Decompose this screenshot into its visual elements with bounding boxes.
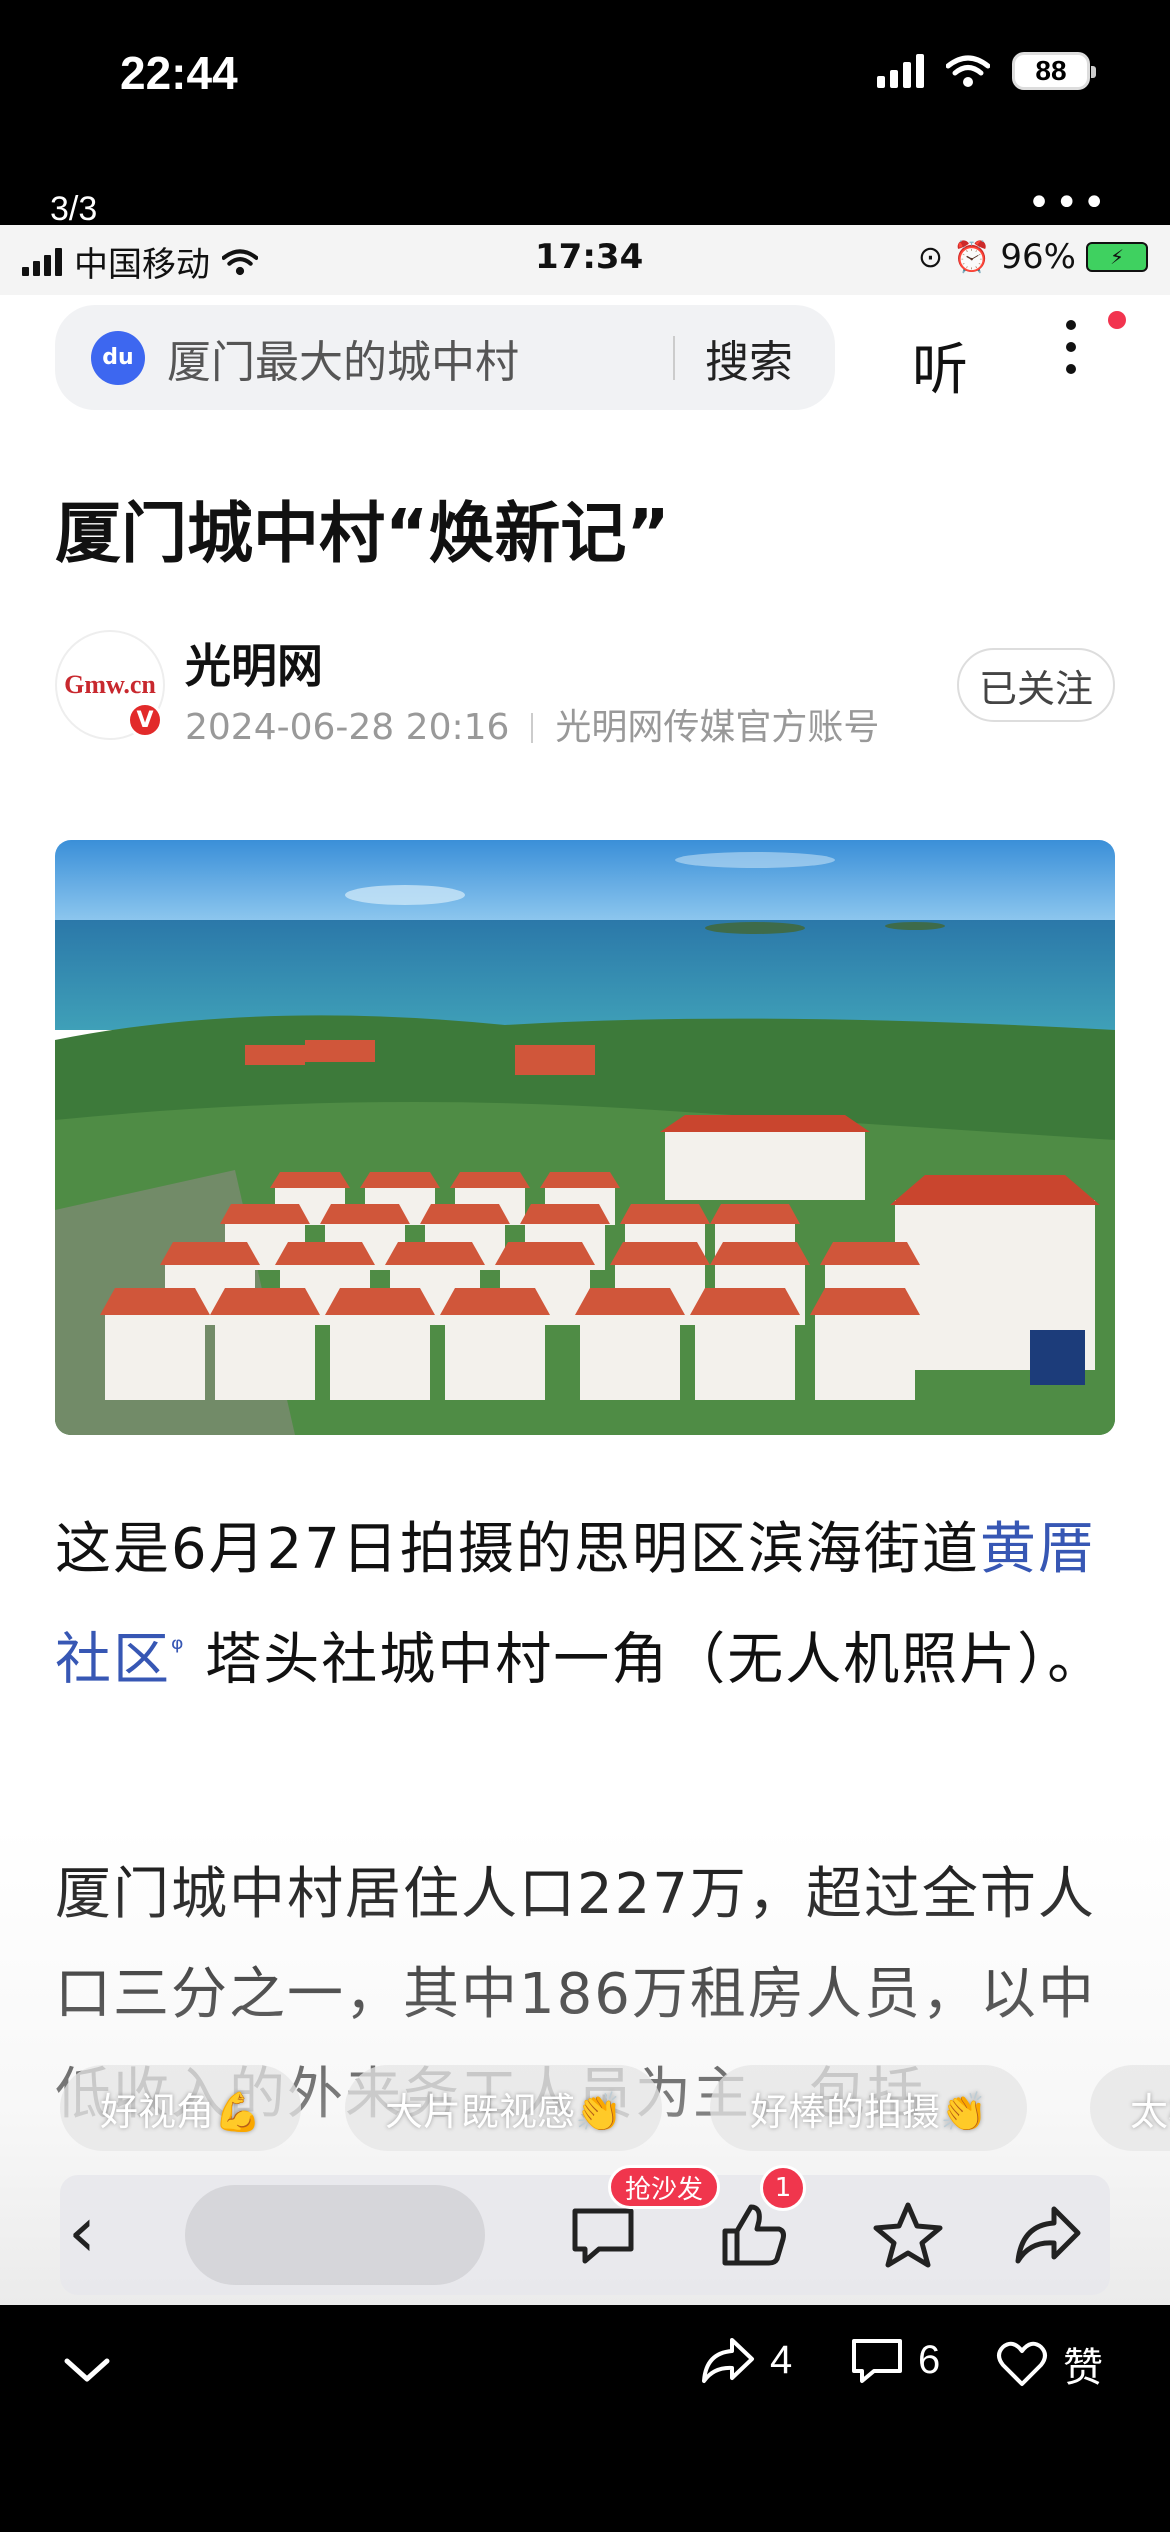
paragraph-1-text: 这是6月27日拍摄的思明区滨海街道 xyxy=(55,1517,980,1582)
battery-level: 88 xyxy=(1035,55,1067,86)
comment-chips: 好视角💪 大片既视感👏 好棒的拍摄👏 太棒 xyxy=(0,2065,1170,2155)
author-meta: 2024-06-28 20:16 光明网传媒官方账号 xyxy=(185,698,879,750)
search-link-icon[interactable]: ᵠ xyxy=(171,1632,185,1667)
screenshot-image: 中国移动 17:34 ⊙ ⏰ 96% ⚡ du 厦门最大的城中村 搜索 听 厦门… xyxy=(0,225,1170,2305)
inner-status-bar: 中国移动 17:34 ⊙ ⏰ 96% ⚡ xyxy=(0,225,1170,295)
paragraph-1: 这是6月27日拍摄的思明区滨海街道黄厝社区ᵠ 塔头社城中村一角（无人机照片）。 xyxy=(55,1500,1120,1711)
like-action[interactable]: 赞 xyxy=(995,2335,1103,2393)
listen-button[interactable]: 听 xyxy=(912,325,968,406)
signal-icon xyxy=(877,54,924,88)
battery-icon: 88 xyxy=(1012,52,1096,90)
comment-action[interactable]: 6 xyxy=(850,2335,940,2385)
wifi-icon xyxy=(946,55,990,87)
viewer-bottom-bar: 4 6 赞 xyxy=(0,2305,1170,2532)
like-label: 赞 xyxy=(1063,2346,1103,2390)
battery-percent: 96% xyxy=(1000,237,1076,277)
inner-status-time: 17:34 xyxy=(535,237,644,277)
carrier-label: 中国移动 xyxy=(74,245,210,285)
paragraph-1-tail: 塔头社城中村一角（无人机照片）。 xyxy=(185,1627,1106,1693)
more-options-button[interactable]: ••• xyxy=(1027,180,1110,226)
page-counter: 3/3 xyxy=(50,190,98,228)
comment-input[interactable] xyxy=(185,2185,485,2285)
outer-status-bar: 22:44 88 xyxy=(0,0,1170,150)
bottom-toolbar: ‹ 抢沙发 1 xyxy=(60,2165,1110,2295)
search-button[interactable]: 搜索 xyxy=(705,326,793,390)
lock-rotation-icon: ⊙ xyxy=(917,239,944,275)
author-name[interactable]: 光明网 xyxy=(185,630,323,696)
baidu-paw-icon: du xyxy=(91,330,145,385)
more-menu-icon[interactable] xyxy=(1056,320,1086,374)
sofa-badge: 抢沙发 xyxy=(608,2165,721,2209)
comment-bubble-icon xyxy=(852,2339,902,2383)
wifi-icon xyxy=(222,248,258,275)
author-row: Gmw.cn V 光明网 2024-06-28 20:16 光明网传媒官方账号 已… xyxy=(55,630,1115,748)
signal-icon xyxy=(22,247,62,276)
status-time: 22:44 xyxy=(120,47,238,99)
alarm-icon: ⏰ xyxy=(953,239,991,275)
comment-chip[interactable]: 好棒的拍摄👏 xyxy=(710,2065,1028,2151)
comment-chip[interactable]: 好视角💪 xyxy=(60,2065,302,2151)
notification-dot xyxy=(1108,311,1126,329)
share-arrow-icon xyxy=(702,2338,754,2383)
battery-charging-icon: ⚡ xyxy=(1086,242,1148,272)
search-bar[interactable]: du 厦门最大的城中村 搜索 xyxy=(55,305,835,410)
article-title: 厦门城中村“焕新记” xyxy=(55,495,670,572)
avatar-logo-text: Gmw.cn xyxy=(64,670,156,699)
comment-count: 6 xyxy=(918,2337,941,2382)
share-count: 4 xyxy=(770,2337,793,2382)
search-input[interactable]: 厦门最大的城中村 xyxy=(167,326,673,390)
comment-chip[interactable]: 太棒 xyxy=(1090,2065,1170,2151)
author-source: 光明网传媒官方账号 xyxy=(555,707,880,748)
like-count-badge: 1 xyxy=(760,2165,806,2211)
publish-date: 2024-06-28 20:16 xyxy=(185,707,510,748)
share-action[interactable]: 4 xyxy=(700,2335,792,2385)
follow-button[interactable]: 已关注 xyxy=(957,648,1115,722)
article-photo[interactable] xyxy=(55,840,1115,1435)
search-divider xyxy=(673,335,675,380)
comment-chip[interactable]: 大片既视感👏 xyxy=(345,2065,663,2151)
heart-icon xyxy=(997,2341,1047,2386)
share-icon[interactable] xyxy=(1010,2197,1086,2273)
status-icons: 88 xyxy=(877,52,1096,90)
star-icon[interactable] xyxy=(870,2197,946,2273)
back-arrow-icon[interactable]: ‹ xyxy=(68,2197,128,2273)
chevron-down-icon[interactable] xyxy=(62,2345,112,2395)
verified-badge-icon: V xyxy=(127,702,163,738)
